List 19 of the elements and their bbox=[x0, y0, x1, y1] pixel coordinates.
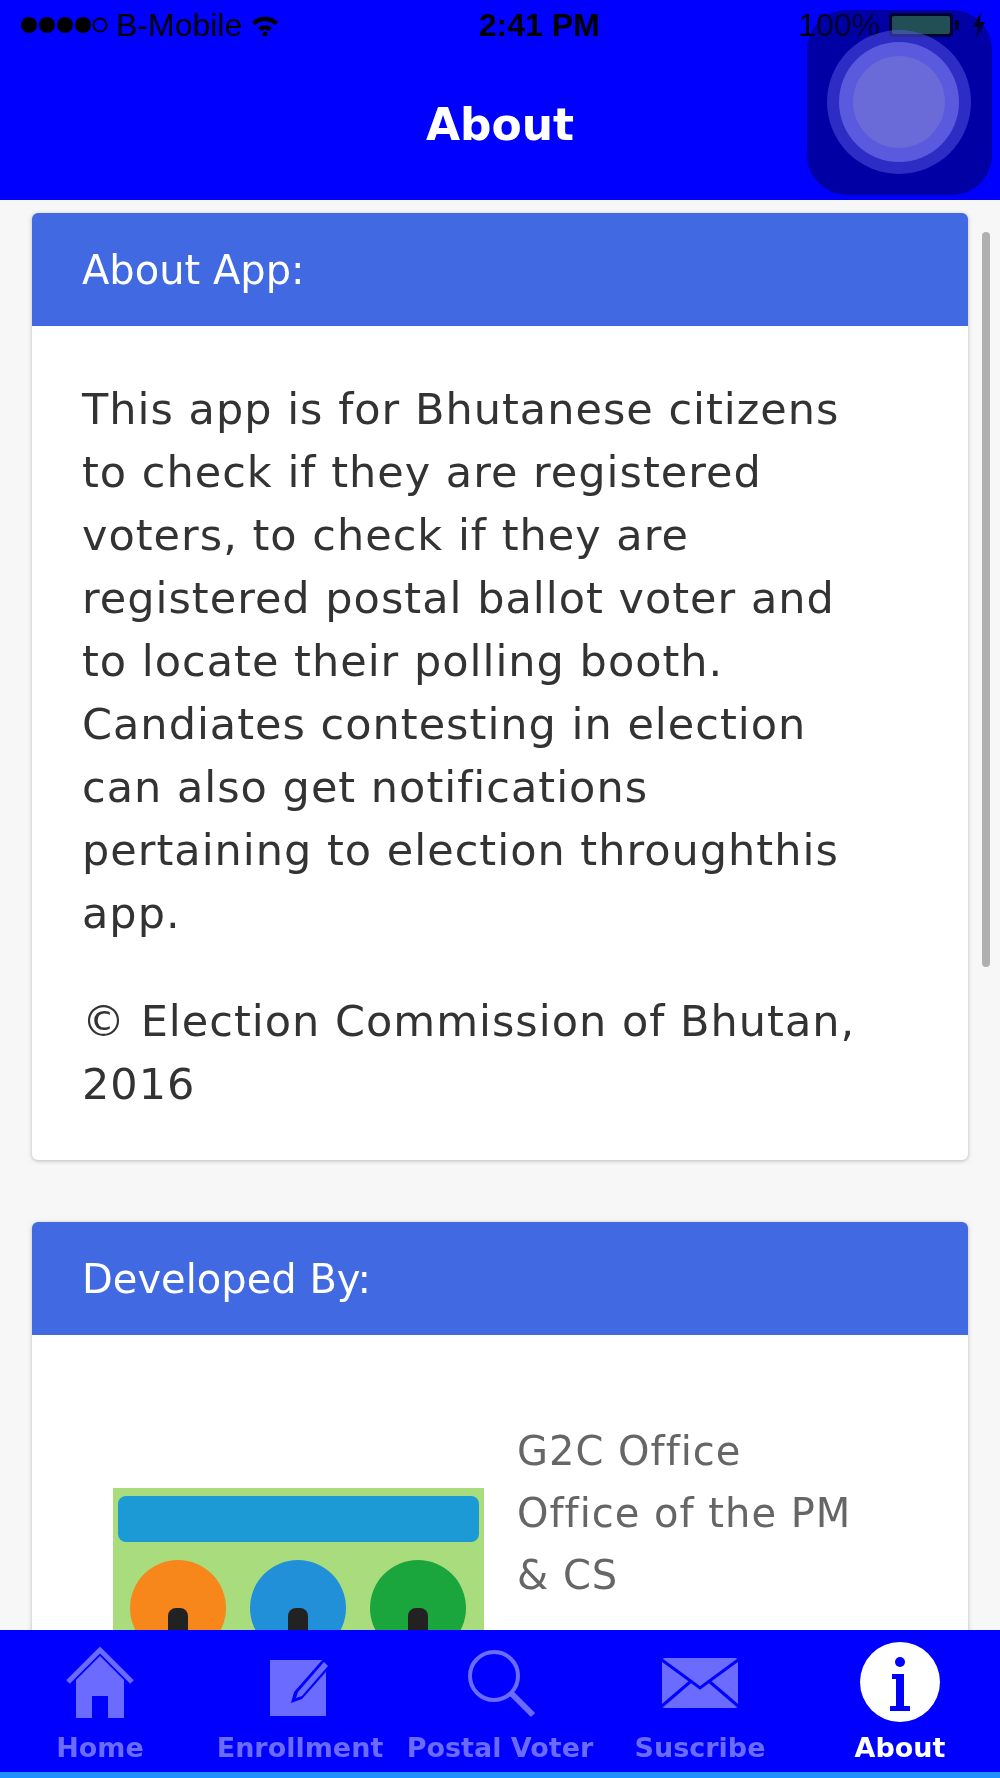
card-title: About App: bbox=[82, 245, 305, 295]
signal-icon bbox=[20, 15, 108, 35]
tab[interactable]: Enrollment bbox=[200, 1630, 400, 1772]
developer-text: G2C Office bbox=[517, 1427, 743, 1476]
wifi-icon bbox=[250, 14, 281, 36]
tab[interactable]: About bbox=[800, 1630, 1000, 1772]
tab[interactable]: Postal Voter bbox=[400, 1630, 600, 1772]
paragraph: This app is for Bhutanese citizens to check if they are registered voters, to check if they are registered postal ballot voter and to locate their polling booth. Candiates contesting in election can also get notifications pertaining to election throughthis app. bbox=[82, 383, 841, 940]
status-time: 2:41 PM bbox=[478, 6, 600, 45]
developer-text: & CS bbox=[517, 1551, 620, 1600]
developer-text: Office of the PM bbox=[517, 1489, 852, 1538]
paragraph: © Election Commission of Bhutan, 2016 bbox=[82, 995, 857, 1111]
info-icon bbox=[858, 1640, 942, 1724]
page-title: About bbox=[425, 98, 575, 152]
card-title: Developed By: bbox=[82, 1254, 372, 1304]
tab[interactable]: Home bbox=[0, 1630, 200, 1772]
charging-icon bbox=[972, 12, 986, 38]
carrier-name: B-Mobile bbox=[116, 6, 243, 45]
tab[interactable]: Suscribe bbox=[600, 1630, 800, 1772]
